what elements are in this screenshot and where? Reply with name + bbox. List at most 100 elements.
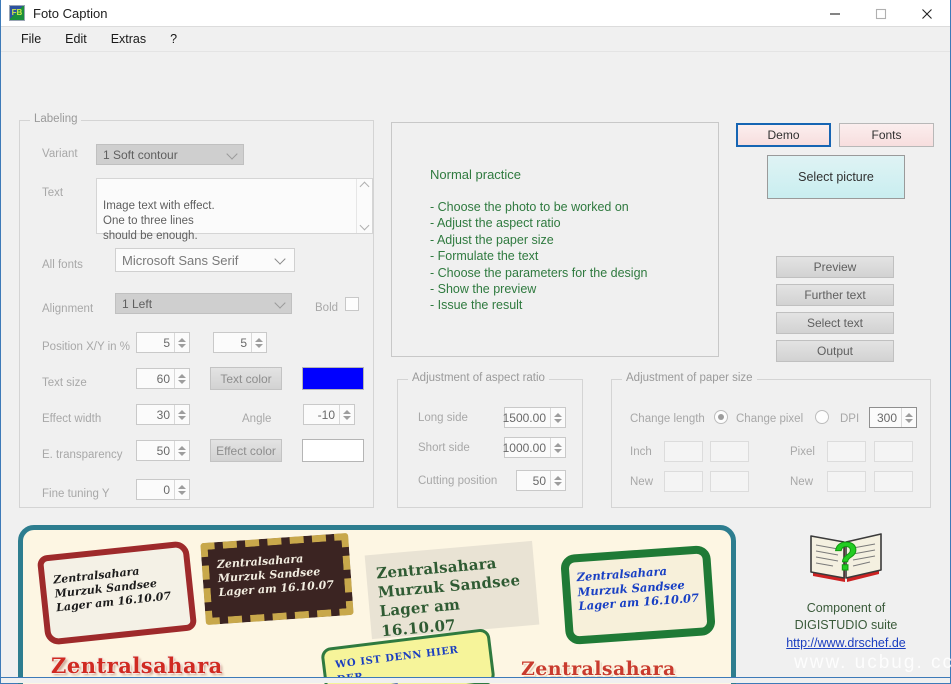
text-color-button[interactable]: Text color: [210, 367, 282, 390]
pixel-height-input[interactable]: [874, 441, 913, 462]
cutting-position-stepper[interactable]: 50: [516, 470, 566, 491]
menu-item-file[interactable]: File: [11, 29, 51, 49]
effect-width-label: Effect width: [42, 413, 102, 425]
stepper-arrows-icon[interactable]: [174, 480, 189, 499]
aspect-ratio-title: Adjustment of aspect ratio: [408, 372, 549, 384]
inch-width-input[interactable]: [664, 441, 703, 462]
text-input[interactable]: Image text with effect. One to three lin…: [96, 178, 373, 242]
font-select[interactable]: Microsoft Sans Serif: [115, 248, 295, 272]
minimize-icon[interactable]: [812, 0, 858, 27]
text-scrollbar[interactable]: [356, 179, 372, 233]
component-info: ? Component of DIGISTUDIO suite http://w…: [756, 530, 936, 650]
fine-tuning-stepper[interactable]: 0: [136, 479, 190, 500]
stepper-arrows-icon[interactable]: [174, 405, 189, 424]
instruction-item: - Formulate the text: [430, 249, 539, 264]
application-window: Foto Caption File Edit Extras ? Labeling…: [0, 0, 951, 684]
select-picture-button[interactable]: Select picture: [767, 155, 905, 199]
title-bar: Foto Caption: [1, 0, 950, 27]
effect-color-swatch[interactable]: [302, 439, 364, 462]
text-size-label: Text size: [42, 377, 87, 389]
label-sample-text: Zentralsahara Murzuk Sandsee Lager am 16…: [216, 552, 335, 600]
chevron-down-icon: [274, 296, 286, 309]
instruction-item: - Show the preview: [430, 282, 537, 297]
pixel-width-input[interactable]: [827, 441, 866, 462]
stepper-arrows-icon[interactable]: [901, 408, 916, 427]
short-side-stepper[interactable]: 1000.00: [502, 437, 566, 458]
chevron-down-icon: [226, 147, 238, 160]
status-bar: [1, 677, 950, 683]
stepper-arrows-icon[interactable]: [174, 369, 189, 388]
fine-tuning-value: 0: [163, 482, 170, 497]
effect-width-value: 30: [156, 407, 170, 422]
output-button[interactable]: Output: [776, 340, 894, 362]
label-sample-text: Zentralsahara Murzuk Sandsee Lager am 16…: [375, 554, 521, 640]
cutting-position-label: Cutting position: [418, 475, 498, 487]
dpi-stepper[interactable]: 300: [869, 407, 917, 428]
stepper-arrows-icon[interactable]: [550, 471, 565, 490]
scroll-up-icon[interactable]: [359, 181, 370, 192]
instructions-list: - Choose the photo to be worked on - Adj…: [430, 199, 718, 314]
stepper-arrows-icon[interactable]: [174, 333, 189, 352]
text-label: Text: [42, 187, 64, 199]
position-label: Position X/Y in %: [42, 341, 131, 353]
bold-label: Bold: [315, 302, 339, 314]
scroll-down-icon[interactable]: [359, 220, 370, 231]
short-side-value: 1000.00: [502, 440, 546, 455]
bold-checkbox[interactable]: [345, 297, 359, 311]
menu-item-extras[interactable]: Extras: [101, 29, 156, 49]
preview-button[interactable]: Preview: [776, 256, 894, 278]
dpi-label: DPI: [840, 413, 860, 425]
pixel-new-label: New: [790, 476, 814, 488]
label-sample-text: Zentralsahara Murzuk Sandsee Lager am 16…: [576, 563, 700, 614]
variant-select-value: 1 Soft contour: [103, 147, 178, 162]
instruction-item: - Adjust the aspect ratio: [430, 216, 561, 231]
text-color-swatch[interactable]: [302, 367, 364, 390]
alignment-select[interactable]: 1 Left: [115, 293, 292, 314]
inch-new-width-input[interactable]: [664, 471, 703, 492]
main-content: Labeling Variant 1 Soft contour Text Ima…: [1, 52, 951, 684]
component-line-1: Component of: [806, 601, 886, 615]
demo-button[interactable]: Demo: [736, 123, 831, 147]
app-icon: [9, 5, 25, 21]
long-side-stepper[interactable]: 1500.00: [502, 407, 566, 428]
position-y-value: 5: [240, 335, 247, 350]
inch-new-height-input[interactable]: [710, 471, 749, 492]
instructions-title: Normal practice: [430, 167, 522, 182]
fine-tuning-label: Fine tuning Y: [42, 488, 110, 500]
book-question-icon: ?: [810, 533, 882, 582]
change-pixel-radio[interactable]: [815, 410, 829, 424]
position-x-stepper[interactable]: 5: [136, 332, 190, 353]
fonts-button[interactable]: Fonts: [839, 123, 934, 147]
effect-width-stepper[interactable]: 30: [136, 404, 190, 425]
menu-item-help[interactable]: ?: [160, 29, 187, 49]
position-x-value: 5: [163, 335, 170, 350]
angle-stepper[interactable]: -10: [303, 404, 355, 425]
component-website-link[interactable]: http://www.drschef.de: [756, 636, 936, 650]
variant-label: Variant: [42, 148, 78, 160]
long-side-value: 1500.00: [502, 410, 546, 425]
position-y-stepper[interactable]: 5: [213, 332, 267, 353]
all-fonts-label: All fonts: [42, 259, 83, 271]
stepper-arrows-icon[interactable]: [174, 441, 189, 460]
instruction-item: - Issue the result: [430, 298, 523, 313]
component-line-2: DIGISTUDIO suite: [794, 618, 898, 632]
further-text-button[interactable]: Further text: [776, 284, 894, 306]
pixel-new-height-input[interactable]: [874, 471, 913, 492]
svg-text:?: ?: [834, 535, 858, 579]
instruction-item: - Choose the parameters for the design: [430, 265, 648, 280]
inch-height-input[interactable]: [710, 441, 749, 462]
maximize-icon[interactable]: [858, 0, 904, 27]
stepper-arrows-icon[interactable]: [251, 333, 266, 352]
stepper-arrows-icon[interactable]: [550, 408, 565, 427]
pixel-new-width-input[interactable]: [827, 471, 866, 492]
change-length-radio[interactable]: [714, 410, 728, 424]
effect-color-button[interactable]: Effect color: [210, 439, 282, 462]
stepper-arrows-icon[interactable]: [339, 405, 354, 424]
text-size-stepper[interactable]: 60: [136, 368, 190, 389]
select-text-button[interactable]: Select text: [776, 312, 894, 334]
menu-item-edit[interactable]: Edit: [55, 29, 97, 49]
close-icon[interactable]: [904, 0, 950, 27]
stepper-arrows-icon[interactable]: [550, 438, 565, 457]
variant-select[interactable]: 1 Soft contour: [96, 144, 244, 165]
transparency-stepper[interactable]: 50: [136, 440, 190, 461]
